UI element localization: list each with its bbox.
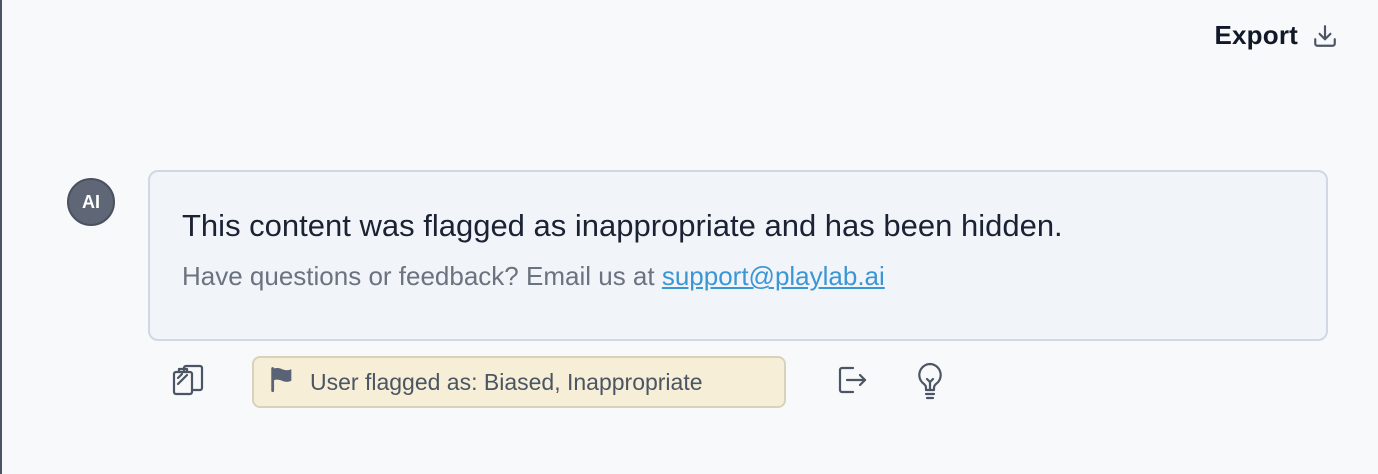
flag-icon — [268, 365, 296, 399]
support-email-link[interactable]: support@playlab.ai — [662, 261, 885, 291]
clipboard-icon — [171, 362, 205, 403]
feedback-prefix: Have questions or feedback? Email us at — [182, 261, 662, 292]
export-label: Export — [1214, 20, 1298, 50]
open-in-icon — [835, 362, 869, 403]
avatar-label: AI — [82, 191, 100, 212]
avatar: AI — [67, 178, 115, 226]
lightbulb-icon — [914, 360, 946, 405]
export-button[interactable]: Export — [1214, 20, 1338, 51]
open-in-button[interactable] — [826, 356, 878, 408]
suggestion-button[interactable] — [904, 356, 956, 408]
flag-text: User flagged as: Biased, Inappropriate — [310, 368, 703, 395]
feedback-line: Have questions or feedback? Email us at … — [182, 260, 1294, 294]
copy-button[interactable] — [162, 356, 214, 408]
flagged-message-text: This content was flagged as inappropriat… — [182, 208, 1063, 243]
message-card: This content was flagged as inappropriat… — [148, 170, 1328, 341]
user-flag-badge[interactable]: User flagged as: Biased, Inappropriate — [252, 356, 786, 408]
download-icon — [1312, 23, 1338, 49]
